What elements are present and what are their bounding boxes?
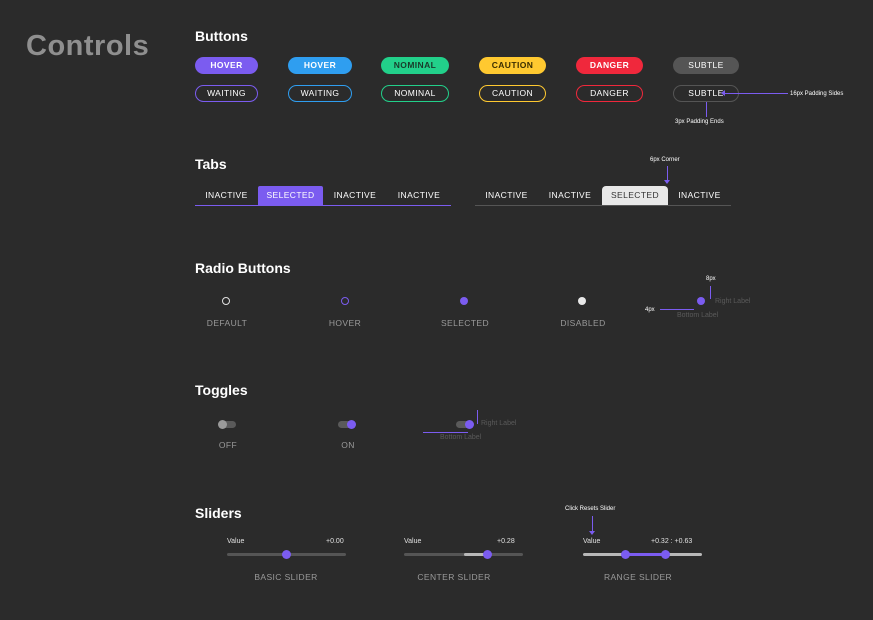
click-resets-arrow-icon bbox=[589, 531, 595, 535]
toggle-off[interactable] bbox=[218, 420, 236, 429]
radio-bottom-label: Bottom Label bbox=[677, 312, 719, 319]
section-title-sliders: Sliders bbox=[195, 505, 242, 521]
toggle-annotated-knob bbox=[465, 420, 474, 429]
padding-ends-annotation: 3px Padding Ends bbox=[675, 119, 724, 125]
radio-selected[interactable] bbox=[460, 297, 468, 305]
radio-label-selected: SELECTED bbox=[440, 318, 490, 328]
tab-underline-gray bbox=[475, 205, 731, 206]
range-slider-track[interactable] bbox=[583, 550, 702, 559]
danger-button[interactable]: DANGER bbox=[576, 57, 643, 74]
center-slider-track[interactable] bbox=[404, 550, 523, 559]
toggle-right-label: Right Label bbox=[481, 420, 517, 427]
range-slider-value-label: Value bbox=[583, 538, 601, 545]
toggle-on[interactable] bbox=[338, 420, 356, 429]
toggle-label-off: OFF bbox=[218, 440, 238, 450]
tab-bar-white: INACTIVE INACTIVE SELECTED INACTIVE bbox=[475, 186, 731, 206]
range-slider-thumb-high[interactable] bbox=[660, 550, 670, 559]
tab-selected-white[interactable]: SELECTED bbox=[602, 186, 668, 205]
radio-label-disabled: DISABLED bbox=[560, 318, 606, 328]
tab-inactive-2[interactable]: INACTIVE bbox=[323, 186, 387, 205]
radio-right-label: Right Label bbox=[715, 298, 751, 305]
range-slider-thumb-low[interactable] bbox=[621, 550, 631, 559]
corner-annotation: 6px Corner bbox=[650, 157, 680, 163]
tab-inactive-5[interactable]: INACTIVE bbox=[538, 186, 602, 205]
basic-slider-value-label: Value bbox=[227, 538, 245, 545]
center-slider-value: +0.28 bbox=[497, 538, 515, 545]
hover-button-purple[interactable]: HOVER bbox=[195, 57, 258, 74]
click-resets-line bbox=[592, 516, 593, 532]
waiting-button-purple[interactable]: WAITING bbox=[195, 85, 258, 102]
range-slider-fill bbox=[625, 553, 666, 556]
hover-button-blue[interactable]: HOVER bbox=[288, 57, 352, 74]
tab-inactive-4[interactable]: INACTIVE bbox=[475, 186, 538, 205]
radio-8px-line bbox=[710, 286, 711, 299]
section-title-tabs: Tabs bbox=[195, 156, 227, 172]
section-title-toggles: Toggles bbox=[195, 382, 248, 398]
padding-sides-line bbox=[724, 93, 788, 94]
radio-label-default: DEFAULT bbox=[206, 318, 248, 328]
basic-slider-thumb[interactable] bbox=[282, 550, 291, 559]
tab-inactive-1[interactable]: INACTIVE bbox=[195, 186, 258, 205]
section-title-buttons: Buttons bbox=[195, 28, 248, 44]
padding-ends-line bbox=[706, 102, 707, 117]
radio-annotated[interactable] bbox=[697, 297, 705, 305]
caution-outline-button[interactable]: CAUTION bbox=[479, 85, 546, 102]
range-slider-label: RANGE SLIDER bbox=[603, 572, 673, 582]
section-title-radio-buttons: Radio Buttons bbox=[195, 260, 291, 276]
toggle-off-knob bbox=[218, 420, 227, 429]
radio-4px-line bbox=[660, 309, 694, 310]
corner-line bbox=[667, 166, 668, 181]
click-resets-annotation: Click Resets Slider bbox=[565, 506, 616, 512]
center-slider-label: CENTER SLIDER bbox=[417, 572, 491, 582]
radio-default[interactable] bbox=[222, 297, 230, 305]
padding-sides-annotation: 16px Padding Sides bbox=[790, 91, 844, 97]
radio-hover[interactable] bbox=[341, 297, 349, 305]
tab-bar-purple: INACTIVE SELECTED INACTIVE INACTIVE bbox=[195, 186, 451, 206]
tab-underline-purple bbox=[195, 205, 451, 206]
toggle-bottom-label: Bottom Label bbox=[440, 434, 482, 441]
tab-selected[interactable]: SELECTED bbox=[258, 186, 323, 205]
range-slider-value: +0.32 : +0.63 bbox=[651, 538, 693, 545]
radio-8px-annotation: 8px bbox=[706, 276, 716, 282]
toggle-anno-vertical-line bbox=[477, 410, 478, 424]
radio-4px-annotation: 4px bbox=[645, 307, 655, 313]
radio-disabled bbox=[578, 297, 586, 305]
waiting-button-blue[interactable]: WAITING bbox=[288, 85, 352, 102]
center-slider-value-label: Value bbox=[404, 538, 422, 545]
center-slider-thumb[interactable] bbox=[482, 550, 492, 559]
caution-button[interactable]: CAUTION bbox=[479, 57, 546, 74]
danger-outline-button[interactable]: DANGER bbox=[576, 85, 643, 102]
radio-label-hover: HOVER bbox=[328, 318, 362, 328]
subtle-button[interactable]: SUBTLE bbox=[673, 57, 739, 74]
toggle-on-knob bbox=[347, 420, 356, 429]
toggle-anno-horizontal-line bbox=[423, 432, 468, 433]
toggle-label-on: ON bbox=[341, 440, 355, 450]
page-title: Controls bbox=[26, 30, 150, 62]
basic-slider-track[interactable] bbox=[227, 550, 346, 559]
padding-sides-arrow-icon bbox=[721, 90, 725, 96]
nominal-outline-button[interactable]: NOMINAL bbox=[381, 85, 449, 102]
tab-inactive-6[interactable]: INACTIVE bbox=[668, 186, 731, 205]
toggle-annotated[interactable] bbox=[456, 420, 474, 429]
basic-slider-value: +0.00 bbox=[326, 538, 344, 545]
corner-arrow-icon bbox=[664, 180, 670, 184]
basic-slider-label: BASIC SLIDER bbox=[254, 572, 318, 582]
nominal-button[interactable]: NOMINAL bbox=[381, 57, 449, 74]
tab-inactive-3[interactable]: INACTIVE bbox=[387, 186, 451, 205]
